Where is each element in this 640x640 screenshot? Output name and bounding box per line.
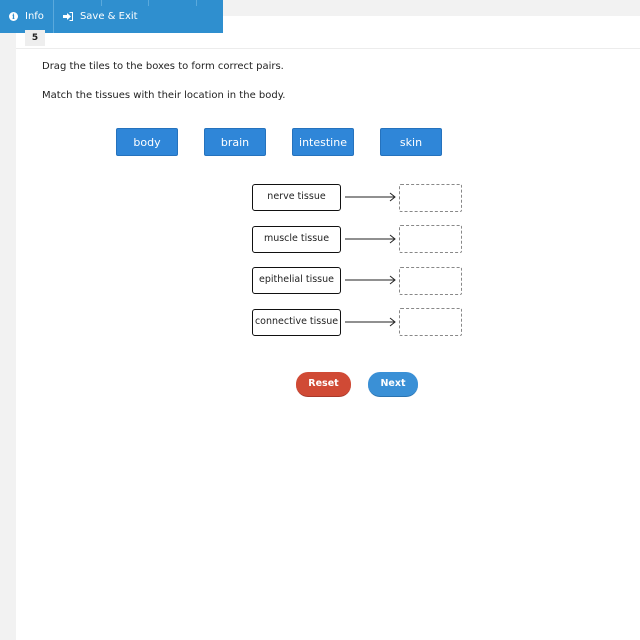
arrow-right-icon (345, 234, 396, 244)
save-exit-button-label: Save & Exit (79, 11, 138, 22)
tile-skin[interactable]: skin (380, 128, 442, 156)
next-button[interactable]: Next (368, 372, 418, 397)
term-nerve-tissue: nerve tissue (252, 184, 341, 211)
term-connective-tissue: connective tissue (252, 309, 341, 336)
term-muscle-tissue: muscle tissue (252, 226, 341, 253)
reset-button[interactable]: Reset (296, 372, 351, 397)
arrow-right-icon (345, 317, 396, 327)
question-number: 5 (25, 30, 45, 46)
question-prompt: Match the tissues with their location in… (42, 90, 286, 101)
drop-target-1[interactable] (399, 184, 462, 212)
tile-brain[interactable]: brain (204, 128, 266, 156)
drop-target-2[interactable] (399, 225, 462, 253)
toolbar-segment-line (148, 0, 149, 6)
drop-target-4[interactable] (399, 308, 462, 336)
save-exit-button[interactable]: Save & Exit (52, 0, 147, 33)
term-epithelial-tissue: epithelial tissue (252, 267, 341, 294)
arrow-right-icon (345, 275, 396, 285)
drop-target-3[interactable] (399, 267, 462, 295)
header-divider (16, 48, 640, 49)
toolbar-segment-line (101, 0, 102, 6)
tile-body-joints[interactable]: body joints (116, 128, 178, 177)
top-toolbar: i Info Save & Exit (0, 0, 223, 33)
sign-out-icon (62, 12, 73, 21)
info-button[interactable]: i Info (0, 0, 53, 33)
tile-intestine[interactable]: intestine (292, 128, 354, 156)
info-icon: i (9, 12, 18, 21)
instruction-text: Drag the tiles to the boxes to form corr… (42, 61, 284, 72)
arrow-right-icon (345, 192, 396, 202)
toolbar-segment-line (196, 0, 197, 6)
info-button-label: Info (25, 11, 44, 22)
